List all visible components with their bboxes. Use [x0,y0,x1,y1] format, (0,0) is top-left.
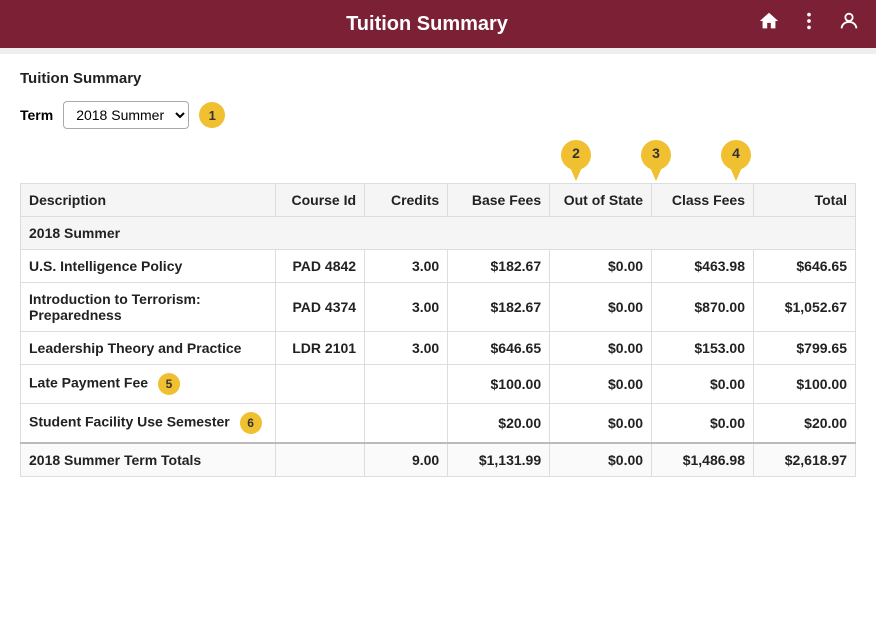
row-course-id: LDR 2101 [275,332,364,365]
group-header-row: 2018 Summer [21,217,856,250]
row-total: $799.65 [754,332,856,365]
row-class-fees: $0.00 [652,404,754,444]
pin-badge-4: 4 [719,139,753,181]
totals-label: 2018 Summer Term Totals [21,443,276,477]
row-credits: 3.00 [365,332,448,365]
row-credits: 3.00 [365,283,448,332]
row-course-id: PAD 4374 [275,283,364,332]
row-total: $20.00 [754,404,856,444]
table-row: Leadership Theory and Practice LDR 2101 … [21,332,856,365]
row-base-fees: $100.00 [448,365,550,404]
row-out-of-state: $0.00 [550,250,652,283]
row-class-fees: $0.00 [652,365,754,404]
profile-icon[interactable] [838,10,860,38]
col-base-fees: Base Fees [448,184,550,217]
page-title: Tuition Summary [96,13,758,36]
pin-badge-3: 3 [639,139,673,181]
top-bar: Tuition Summary [0,0,876,48]
pin-badge-2: 2 [559,139,593,181]
totals-credits: 9.00 [365,443,448,477]
totals-course-id [275,443,364,477]
row-class-fees: $870.00 [652,283,754,332]
home-icon[interactable] [758,10,780,38]
row-base-fees: $182.67 [448,250,550,283]
row-description: Late Payment Fee 5 [21,365,276,404]
row-base-fees: $182.67 [448,283,550,332]
totals-total: $2,618.97 [754,443,856,477]
row-credits: 3.00 [365,250,448,283]
tuition-table: Description Course Id Credits Base Fees … [20,183,856,477]
row-total: $646.65 [754,250,856,283]
more-vertical-icon[interactable] [798,10,820,38]
col-description: Description [21,184,276,217]
row-course-id [275,404,364,444]
row-out-of-state: $0.00 [550,332,652,365]
col-course-id: Course Id [275,184,364,217]
col-credits: Credits [365,184,448,217]
term-select[interactable]: 2018 Summer 2019 Spring 2018 Fall [63,101,189,129]
table-row: Introduction to Terrorism: Preparedness … [21,283,856,332]
table-row: Student Facility Use Semester 6 $20.00 $… [21,404,856,444]
col-out-of-state: Out of State [550,184,652,217]
table-row: U.S. Intelligence Policy PAD 4842 3.00 $… [21,250,856,283]
totals-out-of-state: $0.00 [550,443,652,477]
row-out-of-state: $0.00 [550,404,652,444]
row-class-fees: $463.98 [652,250,754,283]
row-class-fees: $153.00 [652,332,754,365]
term-label: Term [20,107,53,123]
totals-row: 2018 Summer Term Totals 9.00 $1,131.99 $… [21,443,856,477]
group-label: 2018 Summer [21,217,856,250]
table-row: Late Payment Fee 5 $100.00 $0.00 $0.00 $… [21,365,856,404]
row-description: Leadership Theory and Practice [21,332,276,365]
row-out-of-state: $0.00 [550,365,652,404]
row-course-id: PAD 4842 [275,250,364,283]
term-row: Term 2018 Summer 2019 Spring 2018 Fall 1 [20,101,856,129]
row-total: $1,052.67 [754,283,856,332]
badge-inline-6: 6 [240,412,262,434]
col-total: Total [754,184,856,217]
totals-base-fees: $1,131.99 [448,443,550,477]
totals-class-fees: $1,486.98 [652,443,754,477]
top-bar-icons [758,10,860,38]
badge-1: 1 [199,102,225,128]
badge-inline-5: 5 [158,373,180,395]
row-credits [365,365,448,404]
row-description: Introduction to Terrorism: Preparedness [21,283,276,332]
row-base-fees: $20.00 [448,404,550,444]
row-out-of-state: $0.00 [550,283,652,332]
row-total: $100.00 [754,365,856,404]
section-title: Tuition Summary [20,70,856,87]
table-header-row: Description Course Id Credits Base Fees … [21,184,856,217]
page-content: Tuition Summary Term 2018 Summer 2019 Sp… [0,54,876,644]
col-class-fees: Class Fees [652,184,754,217]
row-description: U.S. Intelligence Policy [21,250,276,283]
row-credits [365,404,448,444]
row-course-id [275,365,364,404]
row-description: Student Facility Use Semester 6 [21,404,276,444]
row-base-fees: $646.65 [448,332,550,365]
